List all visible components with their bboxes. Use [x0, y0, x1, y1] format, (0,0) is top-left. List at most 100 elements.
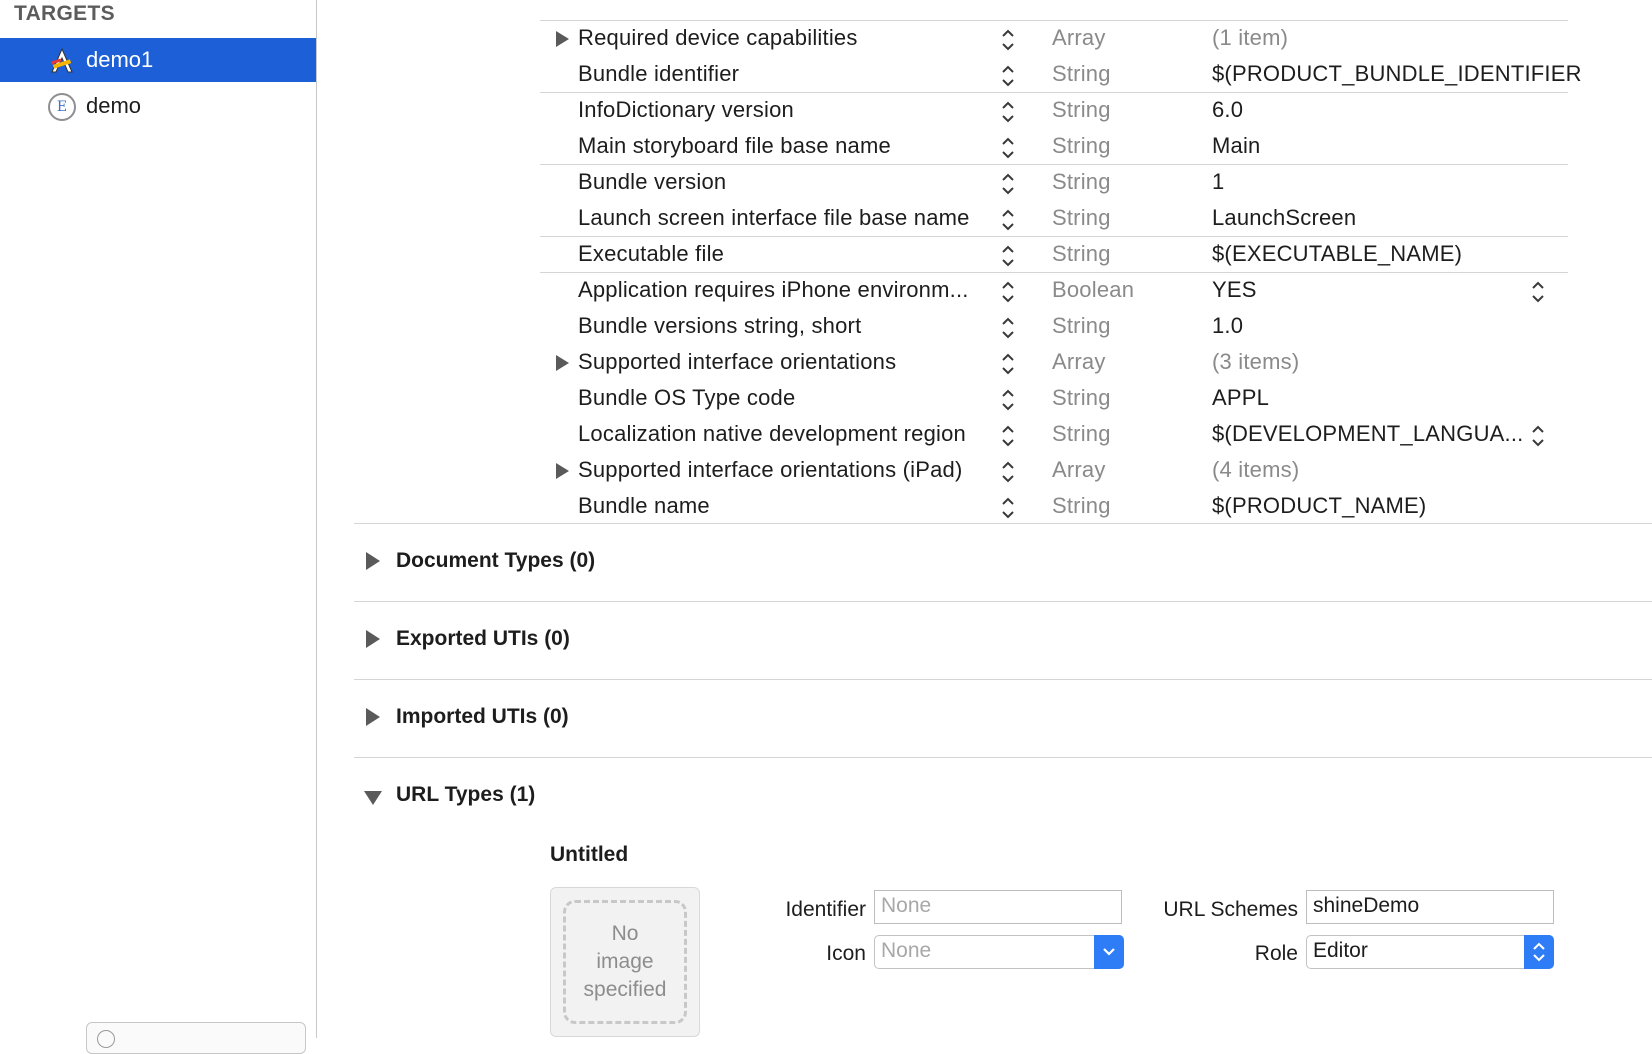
plist-value[interactable]: (1 item) — [1212, 25, 1288, 51]
up-down-chevron-icon[interactable] — [1524, 935, 1554, 969]
target-label: demo1 — [86, 47, 154, 72]
key-stepper-icon[interactable] — [1000, 495, 1016, 521]
plist-type[interactable]: Boolean — [1052, 277, 1134, 303]
plist-type[interactable]: String — [1052, 205, 1111, 231]
target-item-demo[interactable]: E demo — [0, 84, 316, 128]
plist-key[interactable]: Required device capabilities — [578, 25, 858, 51]
plist-row[interactable]: InfoDictionary version String 6.0 — [540, 93, 1568, 129]
plist-row[interactable]: Main storyboard file base name String Main — [540, 129, 1568, 165]
plist-key[interactable]: InfoDictionary version — [578, 97, 794, 123]
plist-key[interactable]: Supported interface orientations — [578, 349, 896, 375]
disclosure-triangle-icon[interactable] — [556, 31, 569, 47]
plist-key[interactable]: Bundle OS Type code — [578, 385, 795, 411]
plist-type[interactable]: String — [1052, 97, 1111, 123]
plist-row[interactable]: Supported interface orientations (iPad) A… — [540, 453, 1568, 489]
key-stepper-icon[interactable] — [1000, 171, 1016, 197]
value-stepper-icon[interactable] — [1530, 423, 1546, 449]
plist-type[interactable]: Array — [1052, 25, 1106, 51]
url-schemes-label: URL Schemes — [1163, 898, 1298, 921]
url-type-title: Untitled — [550, 843, 629, 866]
key-stepper-icon[interactable] — [1000, 243, 1016, 269]
plist-type[interactable]: String — [1052, 313, 1111, 339]
plist-row[interactable]: Supported interface orientations Array (3 … — [540, 345, 1568, 381]
disclosure-triangle-icon[interactable] — [556, 463, 569, 479]
plist-type[interactable]: String — [1052, 169, 1111, 195]
plist-key[interactable]: Localization native development region — [578, 421, 966, 447]
section-url-types[interactable]: URL Types (1) — [354, 758, 1652, 836]
plist-type[interactable]: String — [1052, 241, 1111, 267]
plist-value[interactable]: (4 items) — [1212, 457, 1299, 483]
target-item-demo1[interactable]: demo1 — [0, 38, 316, 82]
plist-key[interactable]: Bundle versions string, short — [578, 313, 861, 339]
key-stepper-icon[interactable] — [1000, 27, 1016, 53]
section-title: URL Types (1) — [396, 783, 536, 806]
disclosure-triangle-icon[interactable] — [366, 552, 380, 570]
plist-value[interactable]: $(EXECUTABLE_NAME) — [1212, 241, 1462, 267]
plist-key[interactable]: Bundle version — [578, 169, 726, 195]
disclosure-triangle-icon[interactable] — [366, 708, 380, 726]
chevron-down-icon[interactable] — [1094, 935, 1124, 969]
plist-value[interactable]: $(PRODUCT_NAME) — [1212, 493, 1426, 519]
plist-row[interactable]: Application requires iPhone environm... B… — [540, 273, 1568, 309]
targets-header: TARGETS — [14, 2, 115, 25]
plist-value[interactable]: 6.0 — [1212, 97, 1243, 123]
plist-key[interactable]: Main storyboard file base name — [578, 133, 891, 159]
plist-row[interactable]: Bundle OS Type code String APPL — [540, 381, 1568, 417]
plist-type[interactable]: String — [1052, 493, 1111, 519]
key-stepper-icon[interactable] — [1000, 99, 1016, 125]
plist-type[interactable]: String — [1052, 421, 1111, 447]
url-type-image-well[interactable]: No image specified — [550, 887, 700, 1037]
plist-key[interactable]: Supported interface orientations (iPad) — [578, 457, 962, 483]
plist-key[interactable]: Bundle name — [578, 493, 710, 519]
key-stepper-icon[interactable] — [1000, 387, 1016, 413]
plist-key[interactable]: Launch screen interface file base name — [578, 205, 970, 231]
plist-key[interactable]: Bundle identifier — [578, 61, 739, 87]
role-popup[interactable]: Editor — [1306, 935, 1554, 969]
key-stepper-icon[interactable] — [1000, 351, 1016, 377]
plist-row[interactable]: Bundle versions string, short String 1.0 — [540, 309, 1568, 345]
plist-value[interactable]: APPL — [1212, 385, 1269, 411]
plist-value[interactable]: (3 items) — [1212, 349, 1299, 375]
plist-row[interactable]: Bundle identifier String $(PRODUCT_BUNDLE_… — [540, 57, 1581, 93]
section-document-types[interactable]: Document Types (0) — [354, 524, 1652, 602]
key-stepper-icon[interactable] — [1000, 279, 1016, 305]
key-stepper-icon[interactable] — [1000, 207, 1016, 233]
disclosure-triangle-icon[interactable] — [366, 630, 380, 648]
plist-row[interactable]: Required device capabilities Array (1 item… — [540, 21, 1568, 57]
plist-key[interactable]: Executable file — [578, 241, 724, 267]
identifier-field[interactable]: None — [874, 890, 1122, 924]
plist-row[interactable]: Launch screen interface file base name St… — [540, 201, 1568, 237]
plist-type[interactable]: String — [1052, 133, 1111, 159]
plist-value[interactable]: 1 — [1212, 169, 1224, 195]
disclosure-triangle-icon[interactable] — [556, 355, 569, 371]
plist-value[interactable]: 1.0 — [1212, 313, 1243, 339]
plist-value[interactable]: Main — [1212, 133, 1261, 159]
url-schemes-field[interactable]: shineDemo — [1306, 890, 1554, 924]
plist-row[interactable]: Executable file String $(EXECUTABLE_NAME) — [540, 237, 1568, 273]
filter-field[interactable] — [86, 1022, 306, 1054]
value-stepper-icon[interactable] — [1530, 279, 1546, 305]
icon-popup[interactable]: None — [874, 935, 1124, 969]
plist-value[interactable]: YES — [1212, 277, 1257, 303]
plist-row[interactable]: Bundle version String 1 — [540, 165, 1568, 201]
key-stepper-icon[interactable] — [1000, 135, 1016, 161]
plist-type[interactable]: String — [1052, 61, 1111, 87]
plist-key[interactable]: Application requires iPhone environm... — [578, 277, 969, 303]
image-placeholder-line: image — [596, 950, 654, 973]
plist-type[interactable]: Array — [1052, 457, 1106, 483]
section-imported-utis[interactable]: Imported UTIs (0) — [354, 680, 1652, 758]
plist-row[interactable]: Bundle name String $(PRODUCT_NAME) — [540, 489, 1568, 525]
plist-type[interactable]: String — [1052, 385, 1111, 411]
key-stepper-icon[interactable] — [1000, 315, 1016, 341]
key-stepper-icon[interactable] — [1000, 423, 1016, 449]
key-stepper-icon[interactable] — [1000, 63, 1016, 89]
image-placeholder-line: No — [611, 922, 639, 945]
key-stepper-icon[interactable] — [1000, 459, 1016, 485]
section-exported-utis[interactable]: Exported UTIs (0) — [354, 602, 1652, 680]
disclosure-triangle-open-icon[interactable] — [364, 791, 382, 805]
plist-value[interactable]: $(PRODUCT_BUNDLE_IDENTIFIER — [1212, 61, 1582, 87]
plist-type[interactable]: Array — [1052, 349, 1106, 375]
plist-row[interactable]: Localization native development region St… — [540, 417, 1568, 453]
plist-value[interactable]: LaunchScreen — [1212, 205, 1356, 231]
plist-value[interactable]: $(DEVELOPMENT_LANGUA... — [1212, 421, 1523, 447]
